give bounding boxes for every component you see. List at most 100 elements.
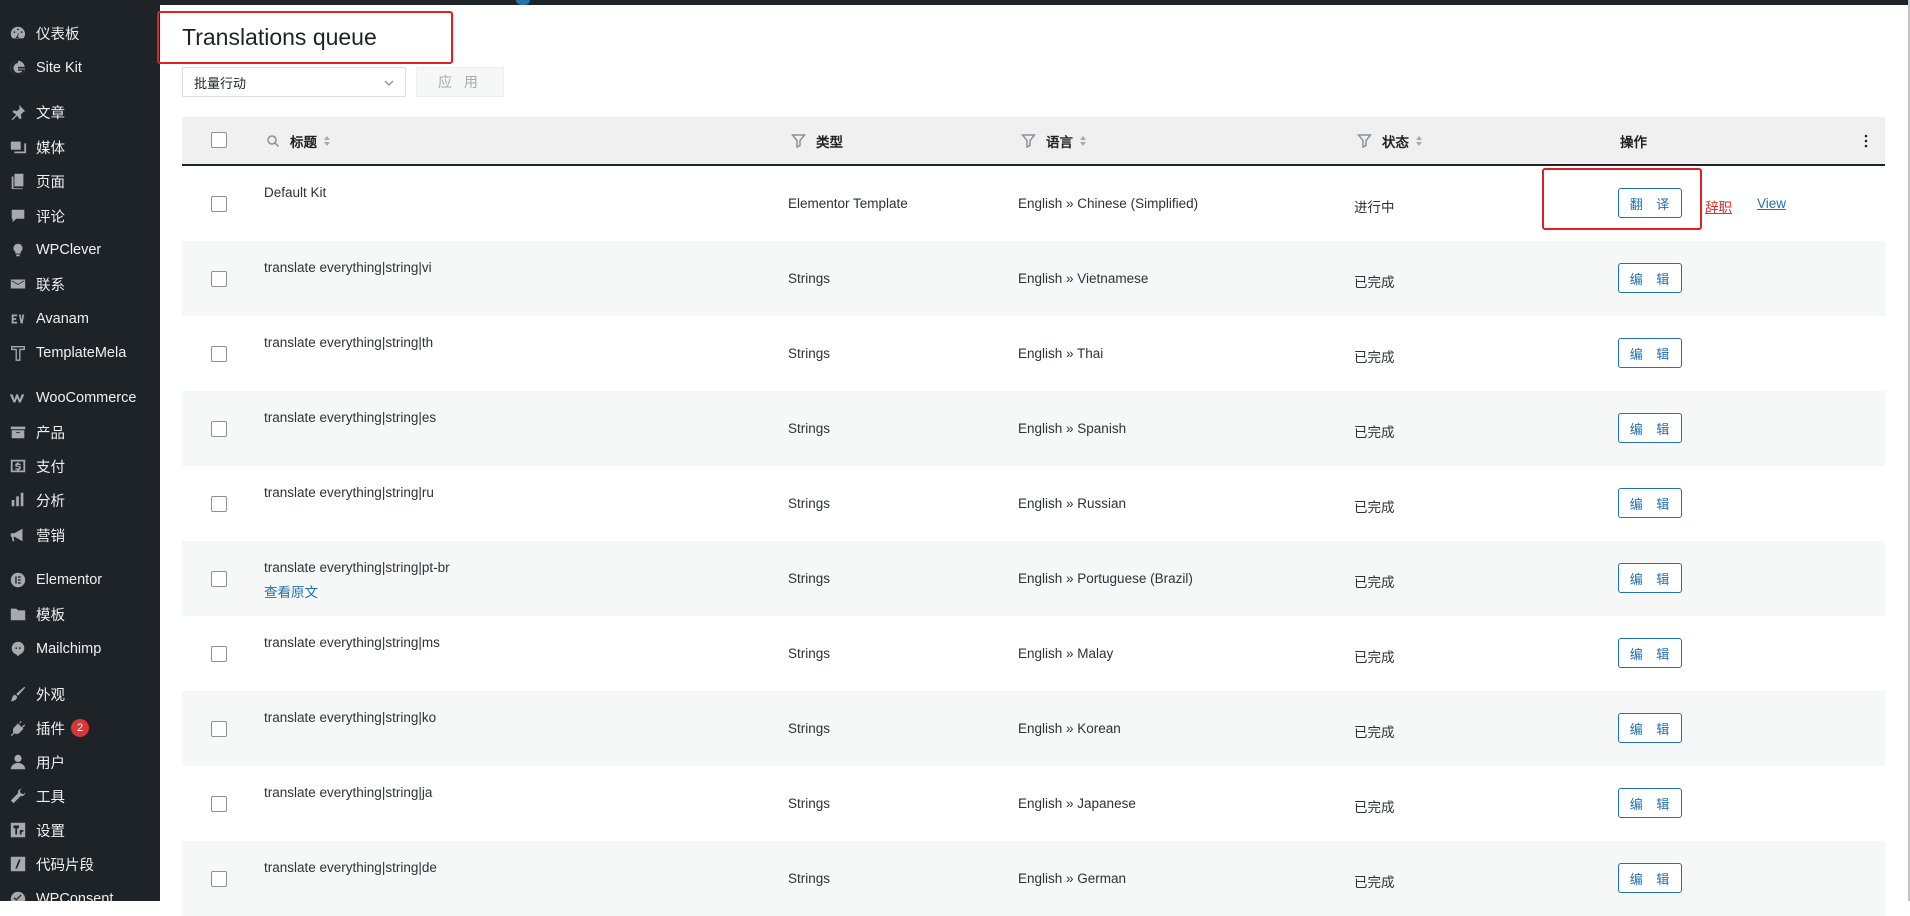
row-type: Elementor Template — [788, 196, 908, 211]
sort-icon[interactable] — [1416, 135, 1422, 146]
edit-button[interactable]: 编 辑 — [1618, 413, 1682, 443]
edit-button[interactable]: 编 辑 — [1618, 863, 1682, 893]
sidebar-item-marketing[interactable]: 营销 — [0, 520, 160, 550]
sidebar-item-tools[interactable]: 工具 — [0, 781, 160, 811]
column-type[interactable]: 类型 — [791, 117, 843, 164]
edit-button[interactable]: 编 辑 — [1618, 638, 1682, 668]
view-link[interactable]: View — [1757, 196, 1786, 211]
sort-icon[interactable] — [324, 135, 330, 146]
filter-icon[interactable] — [791, 133, 806, 148]
row-checkbox[interactable] — [211, 796, 227, 812]
table-row: translate everything|string|ms Strings E… — [182, 616, 1885, 691]
sidebar-item-templates[interactable]: 模板 — [0, 599, 160, 629]
select-all-checkbox[interactable] — [211, 132, 227, 148]
sidebar-item-analytics[interactable]: 分析 — [0, 485, 160, 515]
search-icon[interactable] — [266, 134, 280, 148]
sidebar-item-media[interactable]: 媒体 — [0, 132, 160, 162]
admin-sidebar: 仪表板 Site Kit 文章 媒体 页面 评论 WPClever 联系 Ava… — [0, 0, 160, 901]
row-title[interactable]: translate everything|string|es — [264, 410, 436, 425]
page-title: Translations queue — [182, 24, 377, 50]
sidebar-item-code-snippets[interactable]: 代码片段 — [0, 849, 160, 879]
sidebar-item-wpconsent[interactable]: WPConsent — [0, 884, 160, 901]
edit-button[interactable]: 编 辑 — [1618, 788, 1682, 818]
edit-button[interactable]: 编 辑 — [1618, 563, 1682, 593]
row-checkbox[interactable] — [211, 646, 227, 662]
sidebar-item-products[interactable]: 产品 — [0, 417, 160, 447]
row-checkbox[interactable] — [211, 271, 227, 287]
sidebar-item-avanam[interactable]: Avanam — [0, 304, 160, 334]
edit-button[interactable]: 编 辑 — [1618, 488, 1682, 518]
sidebar-item-woocommerce[interactable]: WooCommerce — [0, 383, 160, 413]
sidebar-item-wpclever[interactable]: WPClever — [0, 235, 160, 265]
sidebar-item-contact[interactable]: 联系 — [0, 269, 160, 299]
comment-icon — [9, 207, 27, 225]
apply-button[interactable]: 应 用 — [416, 67, 504, 97]
column-title-label: 标题 — [290, 134, 317, 150]
row-type: Strings — [788, 871, 831, 886]
archive-icon — [9, 423, 27, 441]
edit-button[interactable]: 编 辑 — [1618, 338, 1682, 368]
filter-icon[interactable] — [1021, 133, 1036, 148]
bulk-action-select[interactable]: 批量行动 — [182, 67, 406, 97]
dollar-icon — [9, 457, 27, 475]
resign-link[interactable]: 辞职 — [1705, 196, 1732, 216]
column-options-button[interactable] — [1864, 117, 1868, 164]
sidebar-item-label: Site Kit — [36, 60, 82, 76]
sidebar-item-appearance[interactable]: 外观 — [0, 679, 160, 709]
avanam-icon — [9, 310, 27, 328]
consent-icon — [9, 890, 27, 901]
column-type-label: 类型 — [816, 134, 843, 150]
sidebar-item-dashboard[interactable]: 仪表板 — [0, 18, 160, 48]
sidebar-item-label: 评论 — [36, 209, 65, 226]
column-status[interactable]: 状态 — [1357, 117, 1422, 164]
row-title[interactable]: translate everything|string|ru — [264, 485, 434, 500]
sidebar-item-pages[interactable]: 页面 — [0, 166, 160, 196]
megaphone-icon — [9, 526, 27, 544]
sidebar-item-payments[interactable]: 支付 — [0, 451, 160, 481]
column-language-label: 语言 — [1046, 134, 1073, 150]
sidebar-item-plugins[interactable]: 插件 2 — [0, 713, 160, 743]
row-title[interactable]: Default Kit — [264, 185, 326, 200]
sidebar-item-templatemela[interactable]: TemplateMela — [0, 338, 160, 368]
sidebar-item-site-kit[interactable]: Site Kit — [0, 53, 160, 83]
column-status-label: 状态 — [1382, 134, 1409, 150]
row-title[interactable]: translate everything|string|ko — [264, 710, 436, 725]
sidebar-item-elementor[interactable]: Elementor — [0, 565, 160, 595]
edit-button[interactable]: 编 辑 — [1618, 713, 1682, 743]
row-title[interactable]: translate everything|string|vi — [264, 260, 432, 275]
edit-button[interactable]: 编 辑 — [1618, 263, 1682, 293]
sort-icon[interactable] — [1080, 135, 1086, 146]
row-checkbox[interactable] — [211, 571, 227, 587]
row-checkbox[interactable] — [211, 496, 227, 512]
row-type: Strings — [788, 421, 831, 436]
table-row: translate everything|string|ko Strings E… — [182, 691, 1885, 766]
row-checkbox[interactable] — [211, 421, 227, 437]
row-checkbox[interactable] — [211, 346, 227, 362]
sidebar-item-posts[interactable]: 文章 — [0, 97, 160, 127]
update-count-badge: 2 — [71, 719, 89, 737]
filter-icon[interactable] — [1357, 133, 1372, 148]
more-vertical-icon[interactable] — [1864, 134, 1868, 148]
sidebar-item-comments[interactable]: 评论 — [0, 201, 160, 231]
column-language[interactable]: 语言 — [1021, 117, 1086, 164]
row-language: English » Vietnamese — [1018, 271, 1149, 286]
view-original-link[interactable]: 查看原文 — [264, 581, 318, 601]
row-checkbox[interactable] — [211, 721, 227, 737]
row-checkbox[interactable] — [211, 871, 227, 887]
sidebar-item-mailchimp[interactable]: Mailchimp — [0, 634, 160, 664]
row-status: 已完成 — [1354, 800, 1395, 815]
row-title[interactable]: translate everything|string|th — [264, 335, 433, 350]
row-title[interactable]: translate everything|string|pt-br — [264, 560, 450, 575]
row-checkbox[interactable] — [211, 196, 227, 212]
row-type: Strings — [788, 496, 831, 511]
pushpin-icon — [9, 103, 27, 121]
row-title[interactable]: translate everything|string|ja — [264, 785, 432, 800]
column-title[interactable]: 标题 — [266, 117, 330, 164]
sidebar-item-label: 分析 — [36, 493, 65, 510]
row-title[interactable]: translate everything|string|de — [264, 860, 437, 875]
sidebar-item-label: 模板 — [36, 607, 65, 624]
page-icon — [9, 172, 27, 190]
row-title[interactable]: translate everything|string|ms — [264, 635, 440, 650]
sidebar-item-users[interactable]: 用户 — [0, 747, 160, 777]
sidebar-item-settings[interactable]: 设置 — [0, 815, 160, 845]
